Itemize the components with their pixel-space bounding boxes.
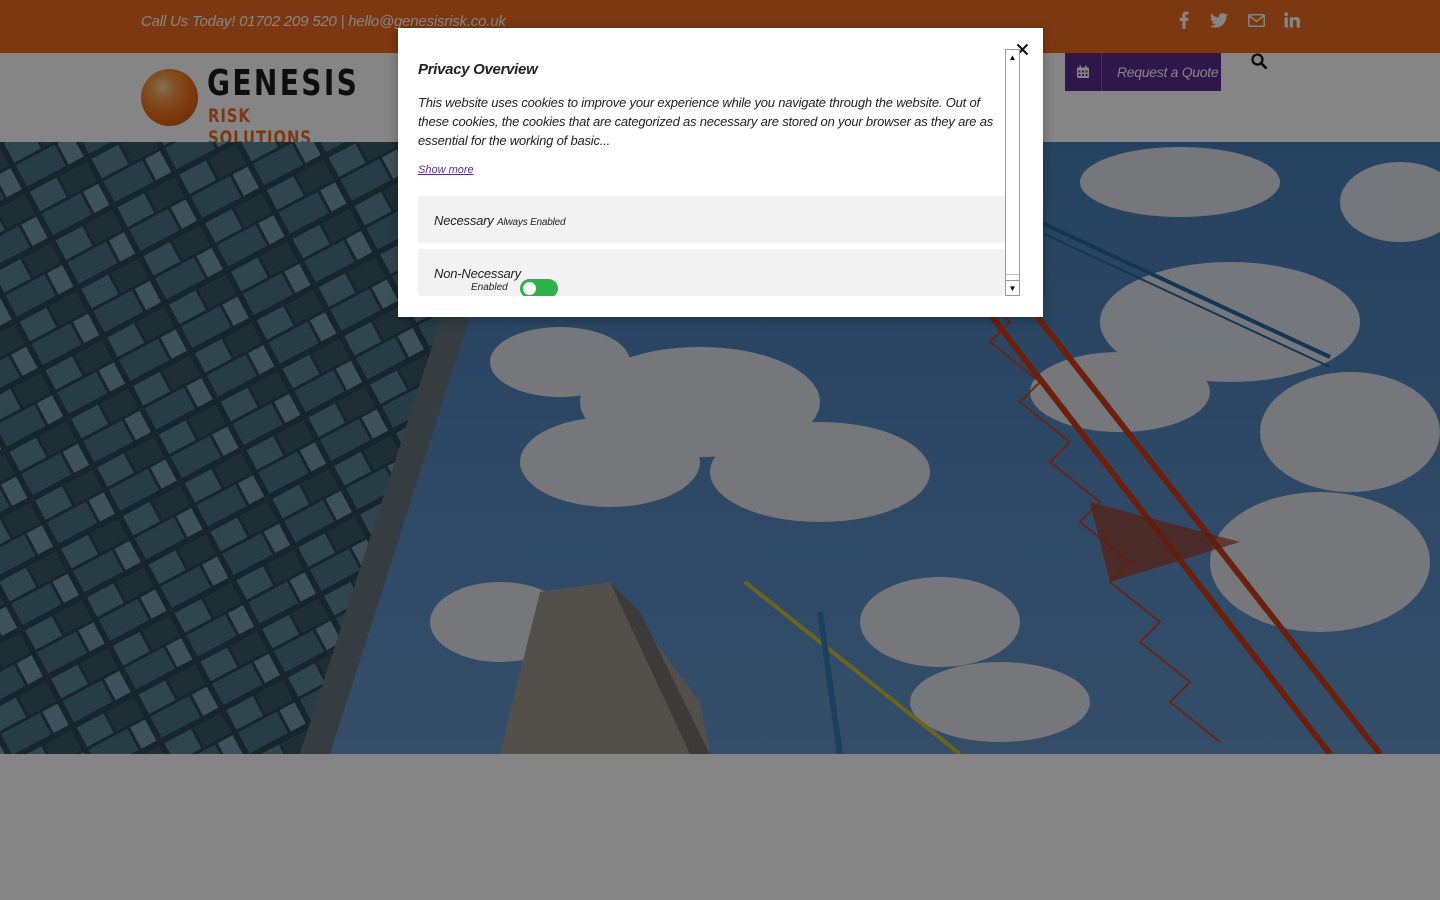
category-state: Enabled: [471, 282, 508, 293]
scroll-up-arrow-icon[interactable]: ▲: [1006, 50, 1019, 64]
privacy-overview-modal: Privacy Overview This website uses cooki…: [398, 28, 1043, 317]
scroll-down-arrow-icon[interactable]: ▼: [1006, 280, 1019, 295]
category-state: Always Enabled: [497, 217, 566, 228]
modal-title: Privacy Overview: [418, 61, 538, 78]
modal-content[interactable]: Privacy Overview This website uses cooki…: [418, 48, 1006, 296]
cookie-category-necessary[interactable]: Necessary Always Enabled: [418, 196, 1006, 243]
category-name: Necessary: [434, 213, 494, 228]
modal-scrollbar[interactable]: ▲ ▼: [1005, 49, 1020, 296]
category-name: Non-Necessary: [434, 266, 521, 281]
scrollbar-thumb[interactable]: [1006, 64, 1019, 275]
toggle-knob: [523, 282, 536, 295]
show-more-link[interactable]: Show more: [418, 164, 474, 176]
cookie-category-non-necessary[interactable]: Non-Necessary Enabled: [418, 249, 1006, 296]
modal-description: This website uses cookies to improve you…: [418, 95, 994, 148]
non-necessary-toggle[interactable]: [520, 279, 558, 296]
